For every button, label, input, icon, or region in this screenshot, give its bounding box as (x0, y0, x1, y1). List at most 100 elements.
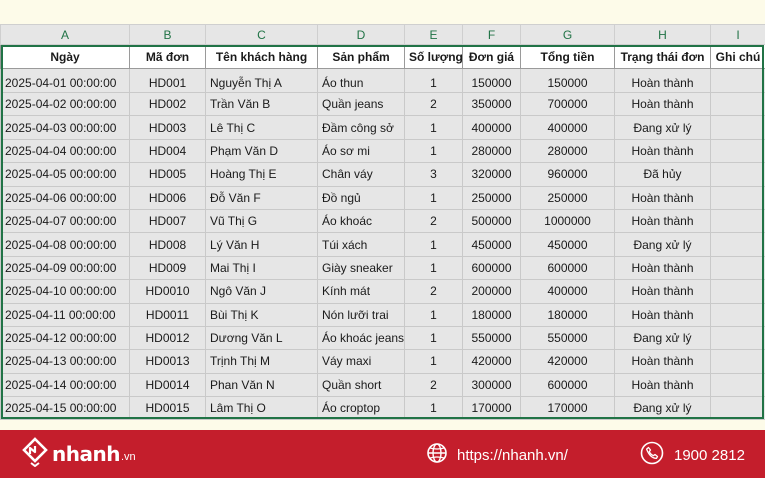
order-id-cell[interactable]: HD003 (129, 115, 206, 140)
product-cell[interactable]: Áo khoác (317, 208, 405, 234)
quantity-cell[interactable]: 1 (404, 185, 463, 210)
order-id-cell[interactable]: HD0013 (129, 349, 206, 374)
date-cell[interactable]: 2025-04-03 00:00:00 (0, 115, 130, 140)
total-cell[interactable]: 400000 (520, 279, 615, 304)
quantity-cell[interactable]: 2 (404, 208, 463, 234)
column-header[interactable]: Số lượng (404, 44, 463, 69)
status-cell[interactable]: Hoàn thành (614, 185, 711, 210)
note-cell[interactable] (710, 372, 765, 398)
customer-cell[interactable]: Mai Thị I (205, 255, 318, 281)
note-cell[interactable] (710, 208, 765, 234)
status-cell[interactable]: Hoàn thành (614, 279, 711, 304)
date-cell[interactable]: 2025-04-13 00:00:00 (0, 349, 130, 374)
date-cell[interactable]: 2025-04-12 00:00:00 (0, 325, 130, 351)
date-cell[interactable]: 2025-04-02 00:00:00 (0, 91, 130, 117)
unit-price-cell[interactable]: 280000 (462, 138, 521, 164)
date-cell[interactable]: 2025-04-09 00:00:00 (0, 255, 130, 281)
note-cell[interactable] (710, 232, 765, 257)
total-cell[interactable]: 600000 (520, 255, 615, 281)
status-cell[interactable]: Hoàn thành (614, 68, 711, 93)
product-cell[interactable]: Quần short (317, 372, 405, 398)
customer-cell[interactable]: Đỗ Văn F (205, 185, 318, 210)
product-cell[interactable]: Quần jeans (317, 91, 405, 117)
date-cell[interactable]: 2025-04-10 00:00:00 (0, 279, 130, 304)
quantity-cell[interactable]: 1 (404, 68, 463, 93)
column-letter[interactable]: C (205, 24, 318, 45)
quantity-cell[interactable]: 1 (404, 349, 463, 374)
column-header[interactable]: Ngày (0, 44, 130, 69)
unit-price-cell[interactable]: 170000 (462, 396, 521, 420)
unit-price-cell[interactable]: 420000 (462, 349, 521, 374)
note-cell[interactable] (710, 279, 765, 304)
product-cell[interactable]: Áo sơ mi (317, 138, 405, 164)
total-cell[interactable]: 170000 (520, 396, 615, 420)
quantity-cell[interactable]: 1 (404, 232, 463, 257)
status-cell[interactable]: Hoàn thành (614, 255, 711, 281)
unit-price-cell[interactable]: 350000 (462, 91, 521, 117)
note-cell[interactable] (710, 325, 765, 351)
customer-cell[interactable]: Lý Văn H (205, 232, 318, 257)
brand[interactable]: nhanh .vn (22, 436, 136, 470)
quantity-cell[interactable]: 1 (404, 115, 463, 140)
status-cell[interactable]: Hoàn thành (614, 138, 711, 164)
total-cell[interactable]: 150000 (520, 68, 615, 93)
note-cell[interactable] (710, 302, 765, 327)
status-cell[interactable]: Hoàn thành (614, 208, 711, 234)
order-id-cell[interactable]: HD006 (129, 185, 206, 210)
customer-cell[interactable]: Dương Văn L (205, 325, 318, 351)
product-cell[interactable]: Váy maxi (317, 349, 405, 374)
customer-cell[interactable]: Lâm Thị O (205, 396, 318, 420)
order-id-cell[interactable]: HD002 (129, 91, 206, 117)
product-cell[interactable]: Kính mát (317, 279, 405, 304)
note-cell[interactable] (710, 162, 765, 187)
status-cell[interactable]: Đã hủy (614, 162, 711, 187)
quantity-cell[interactable]: 2 (404, 279, 463, 304)
total-cell[interactable]: 400000 (520, 115, 615, 140)
column-letter[interactable]: E (404, 24, 463, 45)
note-cell[interactable] (710, 396, 765, 420)
column-header[interactable]: Đơn giá (462, 44, 521, 69)
order-id-cell[interactable]: HD0012 (129, 325, 206, 351)
quantity-cell[interactable]: 2 (404, 372, 463, 398)
product-cell[interactable]: Áo thun (317, 68, 405, 93)
column-header[interactable]: Tên khách hàng (205, 44, 318, 69)
product-cell[interactable]: Đồ ngủ (317, 185, 405, 210)
status-cell[interactable]: Đang xử lý (614, 115, 711, 140)
column-letter[interactable]: H (614, 24, 711, 45)
status-cell[interactable]: Hoàn thành (614, 91, 711, 117)
total-cell[interactable]: 280000 (520, 138, 615, 164)
unit-price-cell[interactable]: 450000 (462, 232, 521, 257)
customer-cell[interactable]: Trần Văn B (205, 91, 318, 117)
column-letter[interactable]: G (520, 24, 615, 45)
customer-cell[interactable]: Phạm Văn D (205, 138, 318, 164)
website-link[interactable]: https://nhanh.vn/ (426, 442, 568, 468)
quantity-cell[interactable]: 2 (404, 91, 463, 117)
order-id-cell[interactable]: HD009 (129, 255, 206, 281)
column-letter[interactable]: D (317, 24, 405, 45)
quantity-cell[interactable]: 1 (404, 325, 463, 351)
order-id-cell[interactable]: HD007 (129, 208, 206, 234)
customer-cell[interactable]: Ngô Văn J (205, 279, 318, 304)
column-header[interactable]: Mã đơn (129, 44, 206, 69)
order-id-cell[interactable]: HD0015 (129, 396, 206, 420)
order-id-cell[interactable]: HD008 (129, 232, 206, 257)
note-cell[interactable] (710, 91, 765, 117)
product-cell[interactable]: Túi xách (317, 232, 405, 257)
total-cell[interactable]: 250000 (520, 185, 615, 210)
customer-cell[interactable]: Trịnh Thị M (205, 349, 318, 374)
date-cell[interactable]: 2025-04-14 00:00:00 (0, 372, 130, 398)
total-cell[interactable]: 450000 (520, 232, 615, 257)
date-cell[interactable]: 2025-04-08 00:00:00 (0, 232, 130, 257)
date-cell[interactable]: 2025-04-15 00:00:00 (0, 396, 130, 420)
column-header[interactable]: Ghi chú (710, 44, 765, 69)
customer-cell[interactable]: Hoàng Thị E (205, 162, 318, 187)
quantity-cell[interactable]: 1 (404, 138, 463, 164)
status-cell[interactable]: Hoàn thành (614, 372, 711, 398)
unit-price-cell[interactable]: 550000 (462, 325, 521, 351)
order-id-cell[interactable]: HD005 (129, 162, 206, 187)
unit-price-cell[interactable]: 180000 (462, 302, 521, 327)
total-cell[interactable]: 420000 (520, 349, 615, 374)
status-cell[interactable]: Đang xử lý (614, 232, 711, 257)
status-cell[interactable]: Đang xử lý (614, 396, 711, 420)
order-id-cell[interactable]: HD0011 (129, 302, 206, 327)
